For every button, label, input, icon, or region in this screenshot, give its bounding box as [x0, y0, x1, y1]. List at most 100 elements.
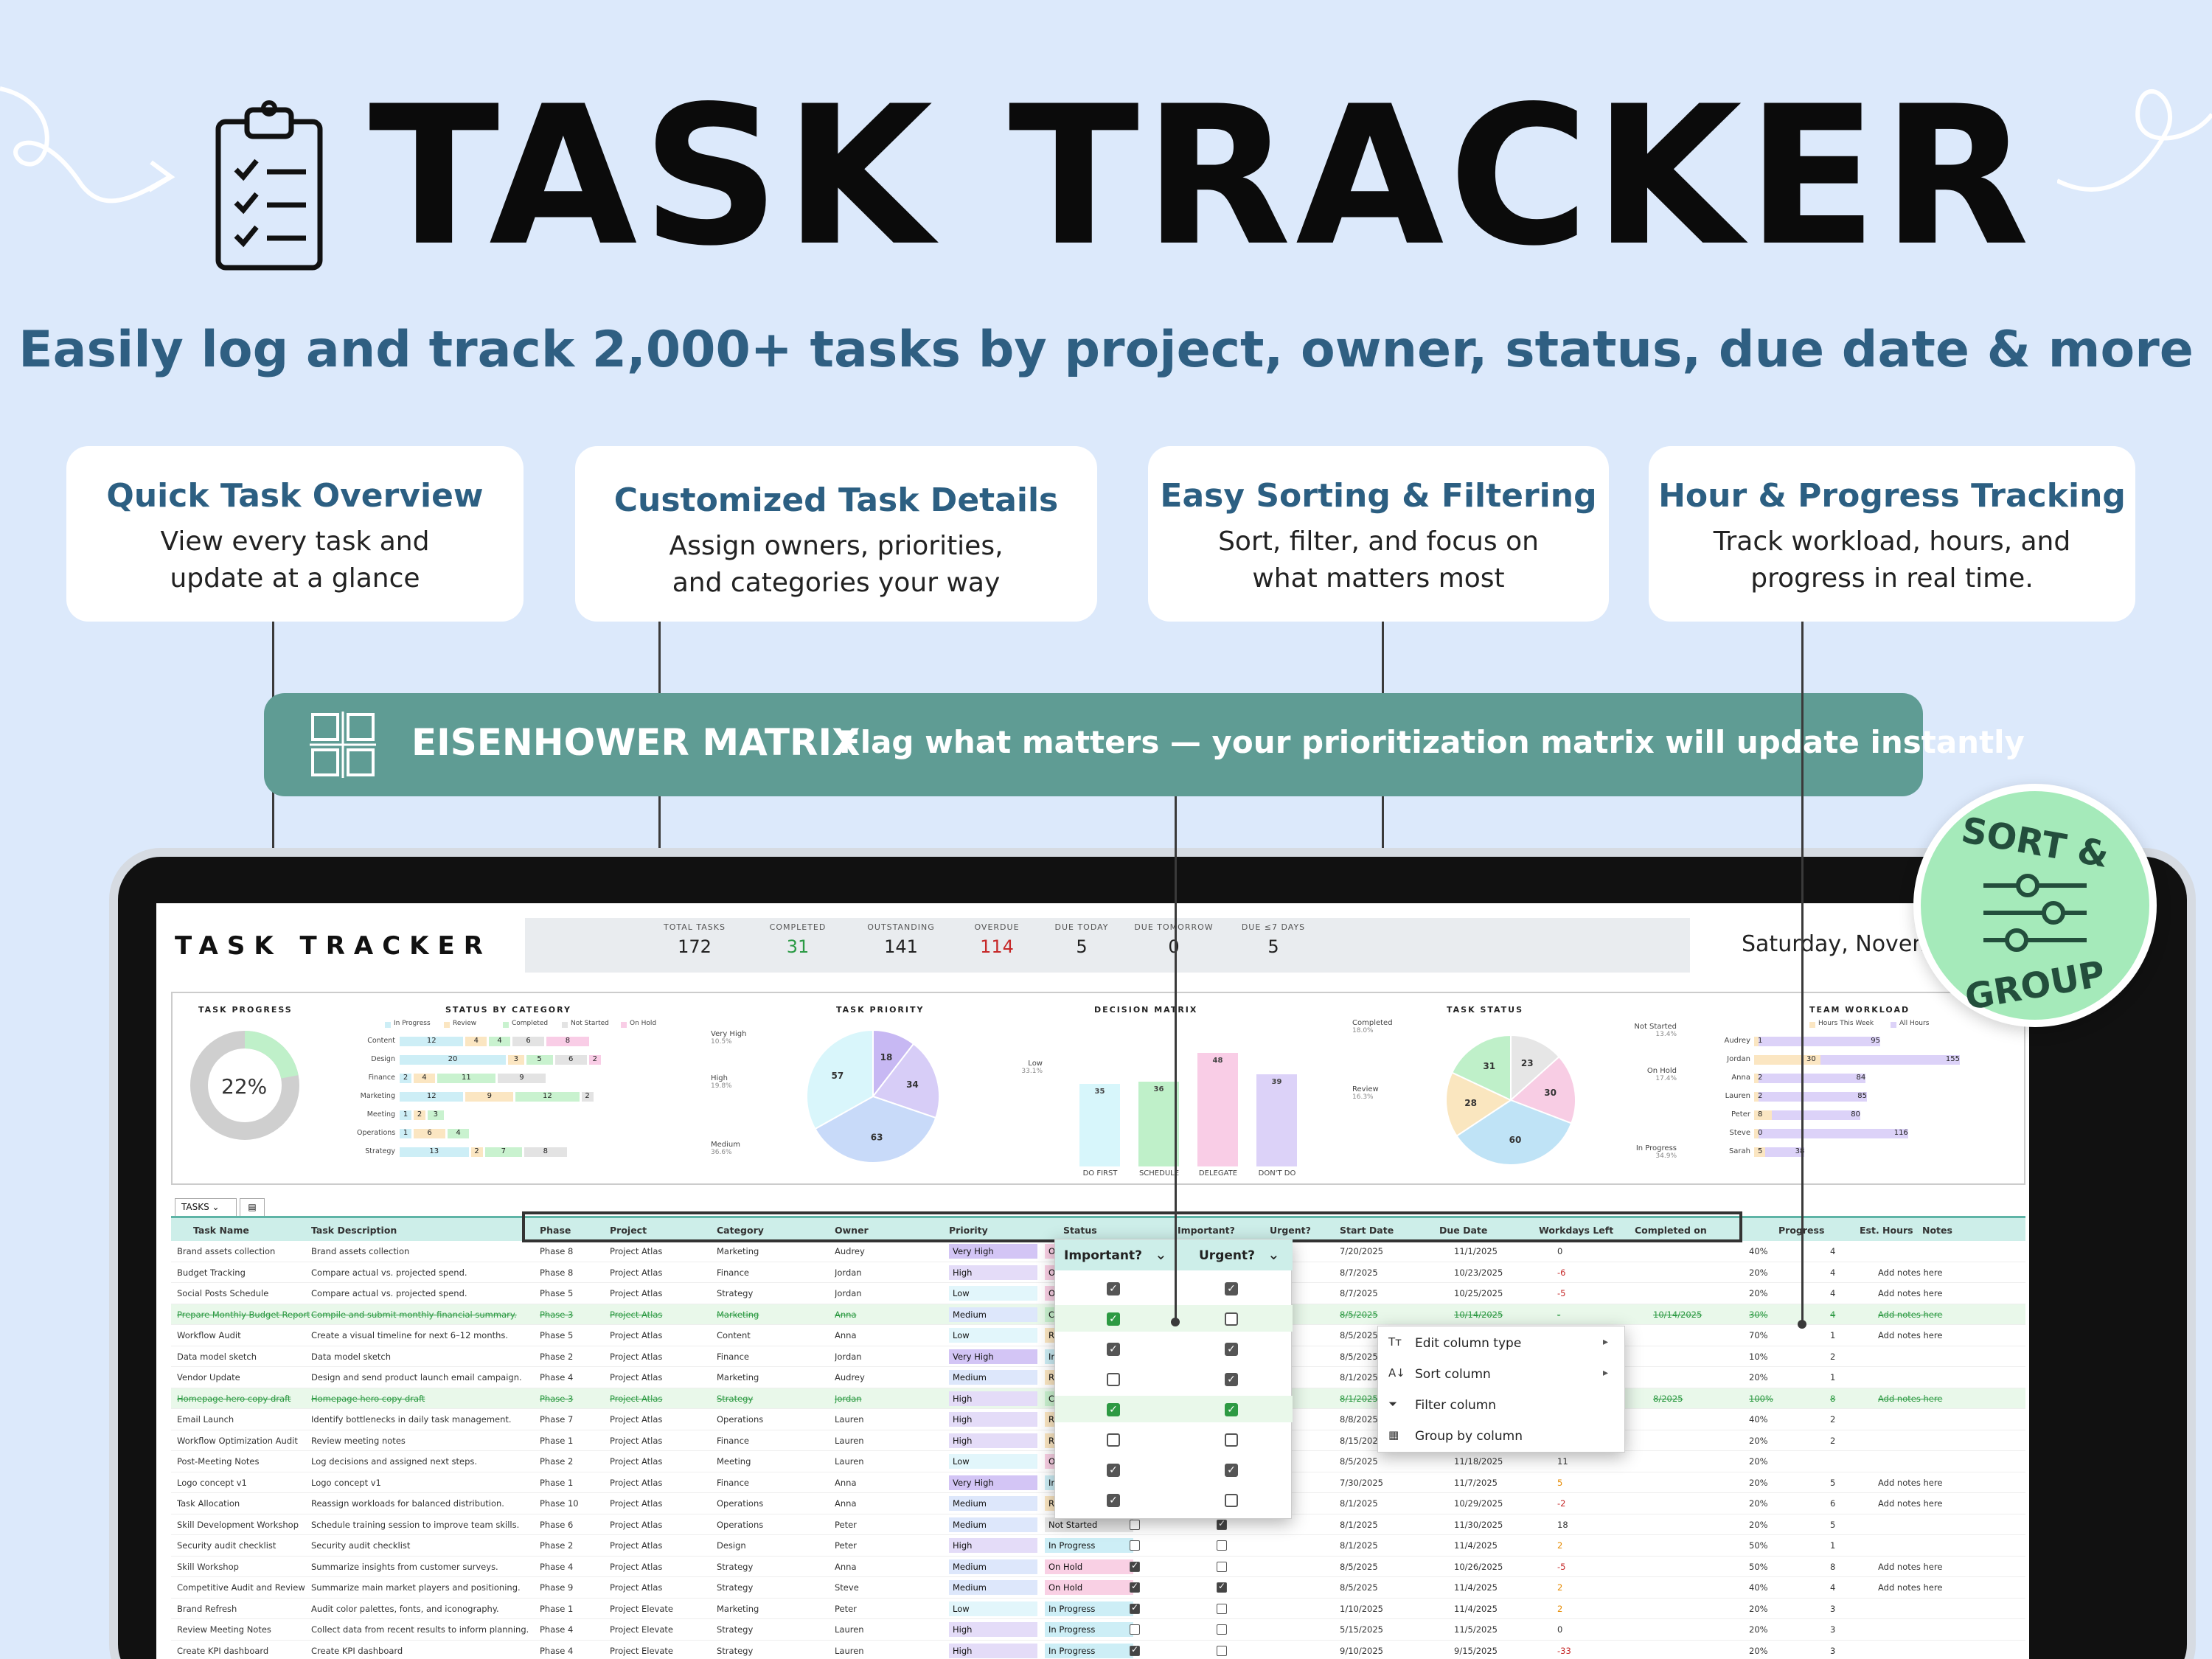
status-pill[interactable]: On Hold	[1045, 1559, 1133, 1574]
est-hours-cell[interactable]: 5	[1830, 1520, 1860, 1530]
important-checkbox[interactable]: ✓	[1107, 1464, 1120, 1477]
task-description-cell[interactable]: Compare actual vs. projected spend.	[311, 1267, 532, 1278]
progress-cell[interactable]: 50%	[1749, 1562, 1793, 1572]
progress-cell[interactable]: 70%	[1749, 1330, 1793, 1340]
task-name-cell[interactable]: Skill Workshop	[177, 1562, 310, 1572]
phase-cell[interactable]: Phase 8	[540, 1246, 606, 1256]
progress-cell[interactable]: 20%	[1749, 1624, 1793, 1635]
task-description-cell[interactable]: Security audit checklist	[311, 1540, 532, 1551]
status-pill[interactable]: In Progress	[1045, 1538, 1133, 1553]
category-cell[interactable]: Marketing	[717, 1310, 827, 1320]
phase-cell[interactable]: Phase 1	[540, 1436, 606, 1446]
task-name-cell[interactable]: Post-Meeting Notes	[177, 1456, 310, 1467]
owner-cell[interactable]: Anna	[835, 1478, 945, 1488]
owner-cell[interactable]: Peter	[835, 1540, 945, 1551]
phase-cell[interactable]: Phase 4	[540, 1562, 606, 1572]
est-hours-cell[interactable]: 4	[1830, 1582, 1860, 1593]
project-cell[interactable]: Project Atlas	[610, 1562, 713, 1572]
task-name-cell[interactable]: Competitive Audit and Review	[177, 1582, 310, 1593]
important-checkbox[interactable]: ✓	[1107, 1494, 1120, 1507]
task-name-cell[interactable]: Homepage hero copy draft	[177, 1394, 310, 1404]
est-hours-cell[interactable]: 4	[1830, 1267, 1860, 1278]
owner-cell[interactable]: Lauren	[835, 1456, 945, 1467]
category-cell[interactable]: Operations	[717, 1498, 827, 1509]
task-description-cell[interactable]: Audit color palettes, fonts, and iconogr…	[311, 1604, 532, 1614]
urgent-checkbox[interactable]	[1225, 1312, 1238, 1326]
est-hours-cell[interactable]: 3	[1830, 1624, 1860, 1635]
est-hours-cell[interactable]: 1	[1830, 1372, 1860, 1382]
column-header[interactable]: Task Name	[193, 1225, 249, 1236]
important-checkbox[interactable]	[1130, 1644, 1140, 1656]
category-cell[interactable]: Finance	[717, 1267, 827, 1278]
owner-cell[interactable]: Anna	[835, 1562, 945, 1572]
category-cell[interactable]: Meeting	[717, 1456, 827, 1467]
task-description-cell[interactable]: Review meeting notes	[311, 1436, 532, 1446]
owner-cell[interactable]: Jordan	[835, 1352, 945, 1362]
task-name-cell[interactable]: Skill Development Workshop	[177, 1520, 310, 1530]
due-date-cell[interactable]: 9/15/2025	[1454, 1646, 1535, 1656]
start-date-cell[interactable]: 8/5/2025	[1340, 1456, 1428, 1467]
start-date-cell[interactable]: 9/10/2025	[1340, 1646, 1428, 1656]
category-cell[interactable]: Strategy	[717, 1624, 827, 1635]
category-cell[interactable]: Strategy	[717, 1562, 827, 1572]
task-description-cell[interactable]: Compile and submit monthly financial sum…	[311, 1310, 532, 1320]
owner-cell[interactable]: Anna	[835, 1498, 945, 1509]
task-name-cell[interactable]: Brand assets collection	[177, 1246, 310, 1256]
category-cell[interactable]: Marketing	[717, 1372, 827, 1382]
phase-cell[interactable]: Phase 3	[540, 1310, 606, 1320]
phase-cell[interactable]: Phase 1	[540, 1604, 606, 1614]
task-description-cell[interactable]: Design and send product launch email cam…	[311, 1372, 532, 1382]
project-cell[interactable]: Project Atlas	[610, 1352, 713, 1362]
important-checkbox[interactable]	[1130, 1560, 1140, 1572]
project-cell[interactable]: Project Atlas	[610, 1520, 713, 1530]
task-name-cell[interactable]: Logo concept v1	[177, 1478, 310, 1488]
notes-cell[interactable]: Add notes here	[1878, 1582, 2011, 1593]
owner-cell[interactable]: Lauren	[835, 1646, 945, 1656]
priority-pill[interactable]: High	[949, 1412, 1037, 1427]
start-date-cell[interactable]: 8/5/2025	[1340, 1310, 1428, 1320]
project-cell[interactable]: Project Atlas	[610, 1330, 713, 1340]
phase-cell[interactable]: Phase 2	[540, 1456, 606, 1467]
workdays-left-cell[interactable]: 5	[1557, 1478, 1601, 1488]
workdays-left-cell[interactable]: -5	[1557, 1288, 1601, 1298]
chevron-down-icon[interactable]: ⌄	[1267, 1245, 1280, 1263]
due-date-cell[interactable]: 10/25/2025	[1454, 1288, 1535, 1298]
important-checkbox[interactable]: ✓	[1107, 1312, 1120, 1326]
start-date-cell[interactable]: 8/5/2025	[1340, 1562, 1428, 1572]
project-cell[interactable]: Project Atlas	[610, 1394, 713, 1404]
status-pill[interactable]: Not Started	[1045, 1517, 1133, 1532]
due-date-cell[interactable]: 11/7/2025	[1454, 1478, 1535, 1488]
progress-cell[interactable]: 20%	[1749, 1436, 1793, 1446]
column-header[interactable]: Notes	[1922, 1225, 1952, 1236]
est-hours-cell[interactable]: 2	[1830, 1414, 1860, 1425]
project-cell[interactable]: Project Atlas	[610, 1478, 713, 1488]
phase-cell[interactable]: Phase 4	[540, 1624, 606, 1635]
priority-pill[interactable]: High	[949, 1622, 1037, 1637]
notes-cell[interactable]: Add notes here	[1878, 1562, 2011, 1572]
urgent-checkbox[interactable]: ✓	[1225, 1403, 1238, 1416]
priority-pill[interactable]: Low	[949, 1454, 1037, 1469]
important-checkbox[interactable]	[1130, 1602, 1140, 1614]
project-cell[interactable]: Project Atlas	[610, 1246, 713, 1256]
workdays-left-cell[interactable]: 0	[1557, 1624, 1601, 1635]
workdays-left-cell[interactable]: -	[1557, 1310, 1601, 1320]
progress-cell[interactable]: 20%	[1749, 1646, 1793, 1656]
owner-cell[interactable]: Audrey	[835, 1372, 945, 1382]
category-cell[interactable]: Operations	[717, 1414, 827, 1425]
due-date-cell[interactable]: 10/14/2025	[1454, 1310, 1535, 1320]
category-cell[interactable]: Strategy	[717, 1288, 827, 1298]
project-cell[interactable]: Project Atlas	[610, 1414, 713, 1425]
task-name-cell[interactable]: Email Launch	[177, 1414, 310, 1425]
progress-cell[interactable]: 40%	[1749, 1414, 1793, 1425]
task-description-cell[interactable]: Create KPI dashboard	[311, 1646, 532, 1656]
phase-cell[interactable]: Phase 10	[540, 1498, 606, 1509]
project-cell[interactable]: Project Atlas	[610, 1582, 713, 1593]
due-date-cell[interactable]: 11/4/2025	[1454, 1604, 1535, 1614]
progress-cell[interactable]: 100%	[1749, 1394, 1793, 1404]
progress-cell[interactable]: 20%	[1749, 1267, 1793, 1278]
urgent-checkbox[interactable]	[1217, 1561, 1227, 1572]
start-date-cell[interactable]: 7/30/2025	[1340, 1478, 1428, 1488]
priority-pill[interactable]: Low	[949, 1286, 1037, 1301]
workdays-left-cell[interactable]: -2	[1557, 1498, 1601, 1509]
urgent-checkbox[interactable]	[1225, 1433, 1238, 1447]
